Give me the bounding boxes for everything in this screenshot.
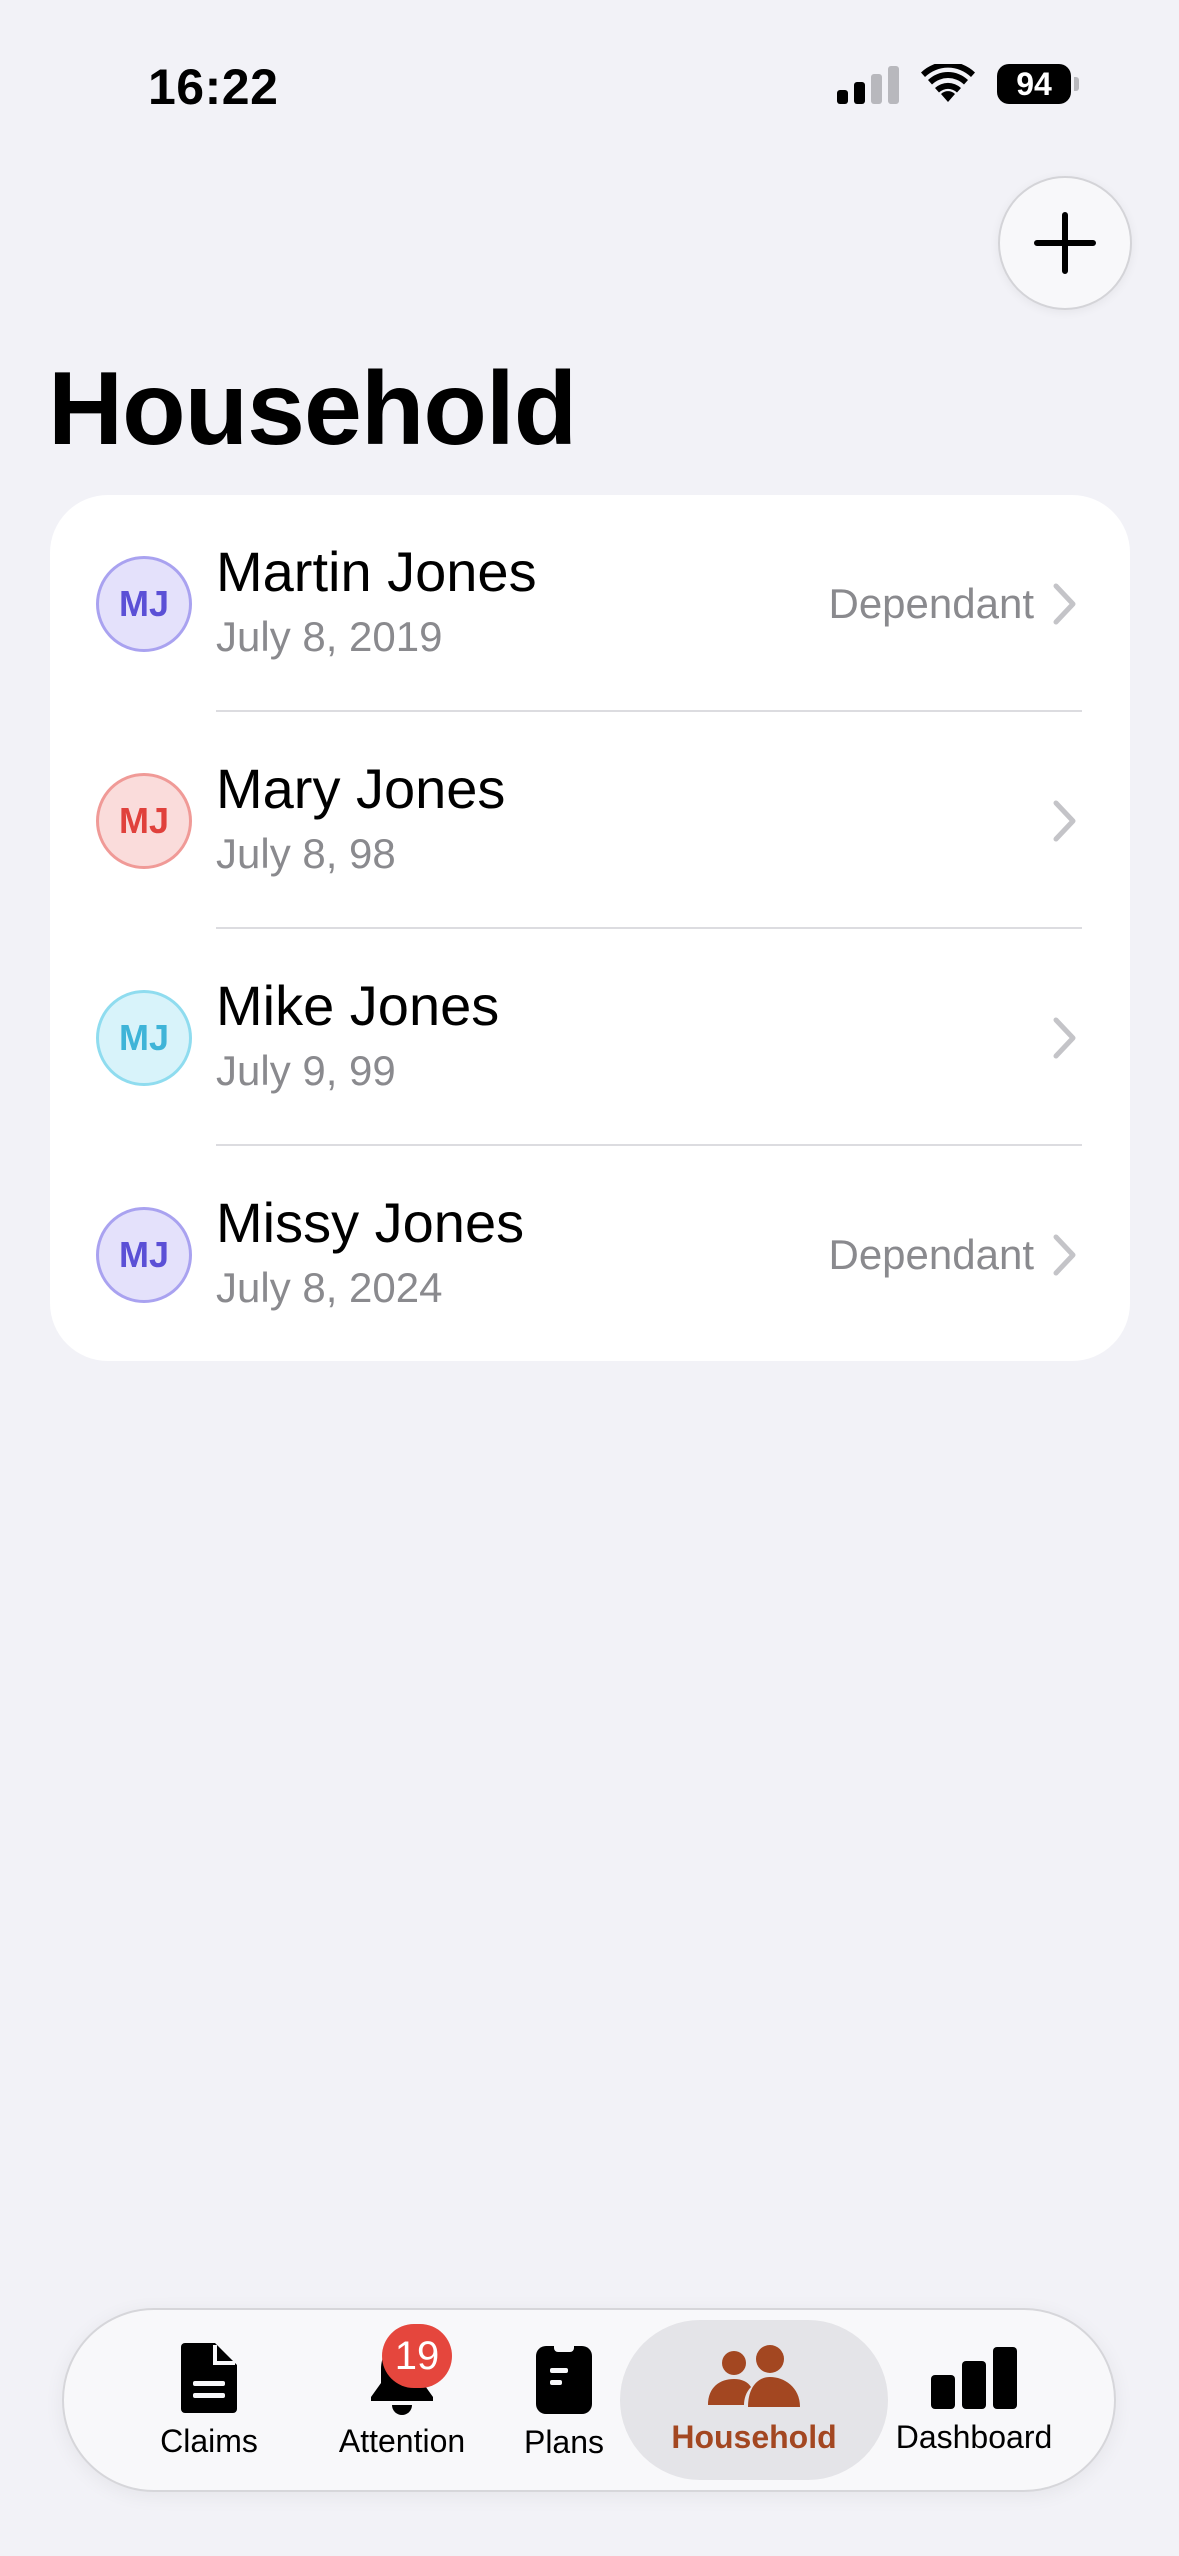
chevron-right-icon: [1053, 1017, 1076, 1058]
battery-level: 94: [997, 64, 1071, 104]
tab-household[interactable]: Household: [620, 2310, 888, 2490]
member-row[interactable]: MJ Mary Jones July 8, 98: [50, 712, 1130, 929]
avatar: MJ: [96, 555, 192, 652]
clipboard-icon: [536, 2341, 592, 2414]
tab-label: Dashboard: [895, 2418, 1053, 2455]
tab-attention[interactable]: 19 Attention: [292, 2310, 512, 2490]
member-row[interactable]: MJ Mike Jones July 9, 99: [50, 929, 1130, 1146]
tab-label: Claims: [160, 2422, 258, 2459]
cellular-signal-icon: [837, 64, 899, 104]
tab-plans[interactable]: Plans: [504, 2310, 624, 2490]
tab-bar: Claims 19 Attention Plans Household Dash…: [62, 2308, 1116, 2492]
page-title: Household: [48, 351, 577, 467]
member-dob: July 8, 98: [216, 829, 396, 877]
member-name: Mike Jones: [216, 974, 500, 1037]
tab-label: Attention: [338, 2422, 466, 2459]
tab-claims[interactable]: Claims: [134, 2310, 284, 2490]
document-icon: [181, 2342, 237, 2413]
chevron-right-icon: [1053, 1234, 1076, 1275]
add-member-button[interactable]: [998, 176, 1132, 310]
member-dob: July 8, 2024: [216, 1263, 443, 1311]
member-row[interactable]: MJ Missy Jones July 8, 2024 Dependant: [50, 1146, 1130, 1361]
member-role: Dependant: [828, 1230, 1034, 1278]
tab-label: Plans: [523, 2423, 605, 2460]
people-icon: [708, 2344, 800, 2407]
member-name: Mary Jones: [216, 757, 506, 820]
tab-dashboard[interactable]: Dashboard: [884, 2310, 1064, 2490]
chevron-right-icon: [1053, 583, 1076, 624]
chevron-right-icon: [1053, 800, 1076, 841]
avatar: MJ: [96, 989, 192, 1086]
avatar: MJ: [96, 772, 192, 869]
members-list: MJ Martin Jones July 8, 2019 Dependant M…: [50, 495, 1130, 1361]
household-screen: 16:22 94 Household MJ Martin Jones July …: [0, 0, 1179, 2556]
member-dob: July 9, 99: [216, 1046, 396, 1094]
wifi-icon: [921, 64, 975, 104]
notification-badge: 19: [382, 2324, 452, 2388]
battery-icon: 94: [997, 64, 1079, 104]
plus-icon: [1034, 212, 1096, 274]
tab-label: Household: [671, 2418, 837, 2455]
member-name: Martin Jones: [216, 540, 537, 603]
member-dob: July 8, 2019: [216, 612, 443, 660]
status-indicators: 94: [837, 64, 1079, 104]
status-time: 16:22: [148, 59, 279, 115]
member-name: Missy Jones: [216, 1191, 525, 1254]
member-row[interactable]: MJ Martin Jones July 8, 2019 Dependant: [50, 495, 1130, 712]
avatar: MJ: [96, 1206, 192, 1303]
bar-chart-icon: [931, 2346, 1017, 2409]
member-role: Dependant: [828, 579, 1034, 627]
